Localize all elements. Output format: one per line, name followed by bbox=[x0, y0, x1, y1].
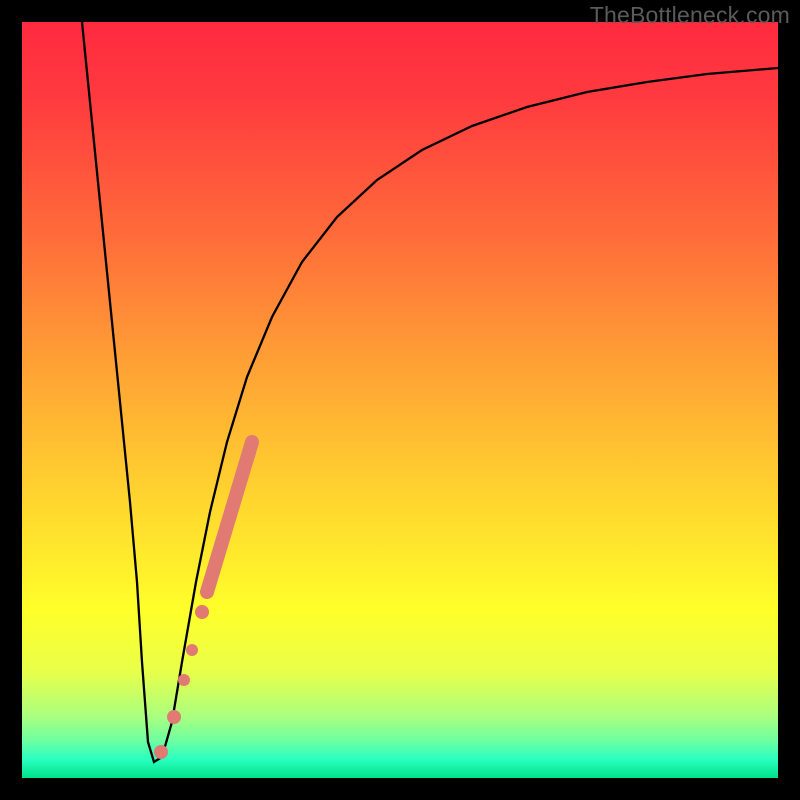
plot-area bbox=[22, 22, 778, 778]
data-marker bbox=[167, 710, 181, 724]
data-markers bbox=[154, 605, 209, 759]
data-marker bbox=[195, 605, 209, 619]
data-marker bbox=[178, 674, 190, 686]
watermark-text: TheBottleneck.com bbox=[590, 2, 790, 29]
data-marker bbox=[154, 745, 168, 759]
chart-svg bbox=[22, 22, 778, 778]
highlight-segment bbox=[207, 442, 252, 592]
data-marker bbox=[186, 644, 198, 656]
chart-frame: TheBottleneck.com bbox=[0, 0, 800, 800]
